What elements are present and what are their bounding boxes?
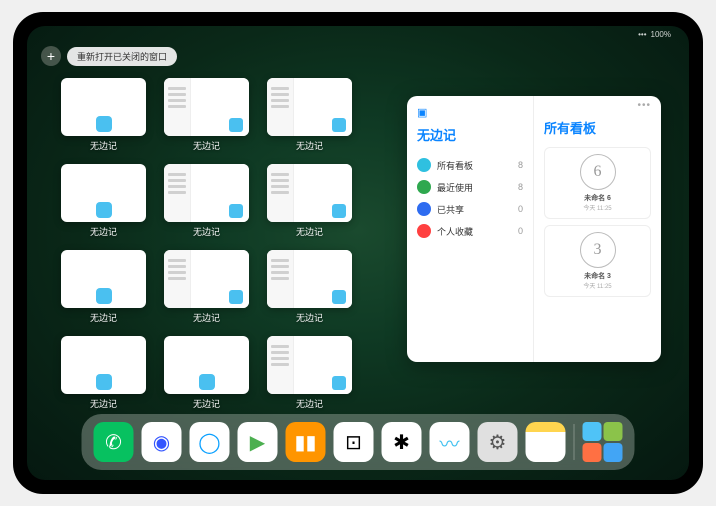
sidebar-item-icon	[417, 158, 431, 172]
board-time: 今天 11:25	[551, 281, 644, 290]
recent-app-icon	[583, 422, 602, 441]
freeform-icon[interactable]: 〰	[430, 422, 470, 462]
recent-app-icon	[583, 443, 602, 462]
app-thumbnail[interactable]: 无边记	[164, 78, 249, 152]
thumbnail-window[interactable]	[267, 336, 352, 394]
app-thumbnail[interactable]: 无边记	[267, 250, 352, 324]
top-bar: + 重新打开已关闭的窗口	[41, 46, 177, 66]
thumbnail-label: 无边记	[90, 311, 117, 324]
thumbnail-window[interactable]	[164, 336, 249, 394]
thumbnail-label: 无边记	[90, 397, 117, 410]
panel-content: 所有看板 6未命名 6今天 11:253未命名 3今天 11:25	[534, 96, 661, 362]
sidebar-item-icon	[417, 202, 431, 216]
signal-icon: •••	[638, 30, 646, 39]
play-icon[interactable]: ▶	[238, 422, 278, 462]
sidebar-item-count: 8	[518, 182, 523, 192]
qq-browser-icon[interactable]: ◯	[190, 422, 230, 462]
freeform-panel[interactable]: ••• ▣ 无边记 所有看板8最近使用8已共享0个人收藏0 所有看板 6未命名 …	[407, 96, 661, 362]
panel-right-title: 所有看板	[544, 118, 651, 137]
notes-icon[interactable]	[526, 422, 566, 462]
app-thumbnail[interactable]: 无边记	[267, 164, 352, 238]
thumbnail-window[interactable]	[164, 164, 249, 222]
app-thumbnail[interactable]: 无边记	[164, 164, 249, 238]
app-thumbnail[interactable]: 无边记	[164, 250, 249, 324]
app-thumbnail[interactable]: 无边记	[267, 78, 352, 152]
sidebar-item-count: 8	[518, 160, 523, 170]
status-bar: ••• 100%	[638, 30, 671, 39]
sidebar-toggle-icon[interactable]: ▣	[417, 106, 523, 119]
recent-app-icon	[604, 422, 623, 441]
board-time: 今天 11:25	[551, 203, 644, 212]
browser-icon[interactable]: ◉	[142, 422, 182, 462]
thumbnail-window[interactable]	[61, 164, 146, 222]
thumbnail-label: 无边记	[90, 225, 117, 238]
thumbnail-label: 无边记	[193, 397, 220, 410]
sidebar-item-label: 最近使用	[437, 181, 518, 194]
board-name: 未命名 3	[551, 271, 644, 281]
wechat-icon[interactable]: ✆	[94, 422, 134, 462]
board-card[interactable]: 6 未命名 6今天 11:25	[544, 147, 651, 219]
sidebar-item[interactable]: 所有看板8	[417, 154, 523, 176]
network-icon[interactable]: ✱	[382, 422, 422, 462]
dock-recent-apps[interactable]	[583, 422, 623, 462]
app-thumbnail[interactable]: 无边记	[61, 78, 146, 152]
thumbnail-label: 无边记	[296, 225, 323, 238]
app-thumbnail[interactable]: 无边记	[164, 336, 249, 410]
screen: ••• 100% + 重新打开已关闭的窗口 无边记无边记无边记无边记无边记无边记…	[27, 26, 689, 480]
app-switcher-grid: 无边记无边记无边记无边记无边记无边记无边记无边记无边记无边记无边记无边记	[61, 78, 461, 410]
reopen-closed-window-button[interactable]: 重新打开已关闭的窗口	[67, 47, 177, 66]
thumbnail-window[interactable]	[61, 336, 146, 394]
dock-divider	[574, 424, 575, 460]
app-thumbnail[interactable]: 无边记	[61, 250, 146, 324]
add-button[interactable]: +	[41, 46, 61, 66]
panel-left-title: 无边记	[417, 125, 523, 144]
sidebar-item-label: 个人收藏	[437, 225, 518, 238]
recent-app-icon	[604, 443, 623, 462]
sidebar-item-count: 0	[518, 204, 523, 214]
thumbnail-window[interactable]	[267, 164, 352, 222]
thumbnail-label: 无边记	[296, 397, 323, 410]
thumbnail-window[interactable]	[164, 250, 249, 308]
battery-label: 100%	[651, 30, 671, 39]
thumbnail-label: 无边记	[90, 139, 117, 152]
board-card[interactable]: 3 未命名 3今天 11:25	[544, 225, 651, 297]
board-sketch: 6	[580, 154, 616, 190]
thumbnail-window[interactable]	[267, 250, 352, 308]
thumbnail-window[interactable]	[164, 78, 249, 136]
books-icon[interactable]: ▮▮	[286, 422, 326, 462]
dice-icon[interactable]: ⊡	[334, 422, 374, 462]
app-thumbnail[interactable]: 无边记	[61, 336, 146, 410]
dock: ✆◉◯▶▮▮⊡✱〰⚙	[82, 414, 635, 470]
settings-icon[interactable]: ⚙	[478, 422, 518, 462]
thumbnail-window[interactable]	[267, 78, 352, 136]
board-sketch: 3	[580, 232, 616, 268]
thumbnail-window[interactable]	[61, 250, 146, 308]
thumbnail-label: 无边记	[193, 225, 220, 238]
board-name: 未命名 6	[551, 193, 644, 203]
sidebar-item-icon	[417, 180, 431, 194]
thumbnail-window[interactable]	[61, 78, 146, 136]
thumbnail-label: 无边记	[296, 139, 323, 152]
app-thumbnail[interactable]: 无边记	[61, 164, 146, 238]
thumbnail-label: 无边记	[296, 311, 323, 324]
sidebar-item-icon	[417, 224, 431, 238]
sidebar-item[interactable]: 个人收藏0	[417, 220, 523, 242]
sidebar-item-label: 已共享	[437, 203, 518, 216]
ipad-frame: ••• 100% + 重新打开已关闭的窗口 无边记无边记无边记无边记无边记无边记…	[13, 12, 703, 494]
sidebar-item[interactable]: 已共享0	[417, 198, 523, 220]
panel-sidebar: ▣ 无边记 所有看板8最近使用8已共享0个人收藏0	[407, 96, 534, 362]
sidebar-item-count: 0	[518, 226, 523, 236]
sidebar-item[interactable]: 最近使用8	[417, 176, 523, 198]
sidebar-item-label: 所有看板	[437, 159, 518, 172]
panel-more-icon[interactable]: •••	[637, 100, 651, 111]
thumbnail-label: 无边记	[193, 311, 220, 324]
app-thumbnail[interactable]: 无边记	[267, 336, 352, 410]
thumbnail-label: 无边记	[193, 139, 220, 152]
